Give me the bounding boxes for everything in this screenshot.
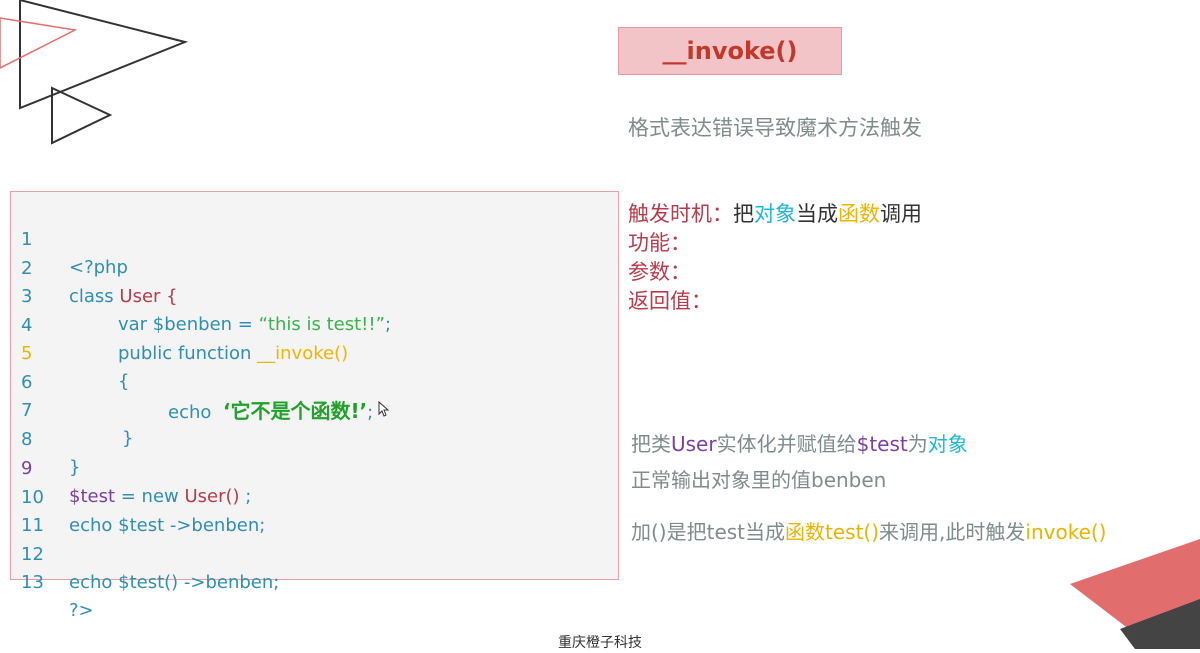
code-keyword: public function <box>118 343 258 364</box>
code-text: { <box>118 371 130 392</box>
decorative-triangles <box>0 0 189 145</box>
note-output: 正常输出对象里的值benben <box>631 468 887 492</box>
code-text: ?> <box>69 600 94 621</box>
note-text: 加()是把test当成 <box>631 520 786 544</box>
code-line: 5 { <box>11 312 129 392</box>
page-title: __invoke() <box>618 27 842 75</box>
trigger-text: 当成 <box>796 202 838 226</box>
note-text: 把类 <box>631 432 671 456</box>
note-text: 实体化并赋值给 <box>716 432 857 456</box>
code-text: } <box>122 428 134 449</box>
code-string: ‘它不是个函数!’ <box>222 399 368 423</box>
code-text: <?php <box>69 257 128 278</box>
decorative-corner-shapes <box>1070 539 1200 649</box>
function-info: 功能： <box>628 227 691 257</box>
trigger-highlight-function: 函数 <box>838 202 880 226</box>
note-highlight-function: 函数 <box>785 520 826 544</box>
note-text: 为 <box>907 432 928 456</box>
code-panel: 1 <?php 2 class User { 3 var $benben = “… <box>10 191 619 621</box>
code-string: “this is test!!” <box>258 314 385 335</box>
code-line: 13 ?> <box>11 541 94 621</box>
code-text: echo $test ->benben; <box>69 515 266 536</box>
code-line: 10 echo $test ->benben; <box>11 456 265 536</box>
code-keyword: class <box>69 286 120 307</box>
code-line: 9 $test = new User() ; <box>11 427 251 507</box>
params-label: 参数： <box>628 260 691 284</box>
trigger-text: 把 <box>733 202 754 226</box>
code-variable: $test <box>69 486 116 507</box>
trigger-info: 触发时机：把对象当成函数调用 <box>628 198 922 228</box>
code-line: 6 echo ‘它不是个函数!’; <box>11 341 373 423</box>
code-text: ; <box>367 402 374 423</box>
params-info: 参数： <box>628 256 691 286</box>
page-subtitle: 格式表达错误导致魔术方法触发 <box>628 116 922 140</box>
code-line: 7 } <box>11 369 133 449</box>
note-highlight-object: 对象 <box>927 432 968 456</box>
mouse-cursor-icon <box>378 401 390 417</box>
code-line: 3 var $benben = “this is test!!”; <box>11 255 391 335</box>
code-text: echo $test() ->benben; <box>69 572 280 593</box>
note-invoke: 加()是把test当成函数test()来调用,此时触发invoke() <box>631 516 1106 545</box>
code-line: 12 echo $test() ->benben; <box>11 513 279 593</box>
return-label: 返回值： <box>628 289 712 313</box>
line-number: 13 <box>21 572 44 593</box>
note-text: 来调用,此时触发 <box>879 520 1026 544</box>
note-highlight-class: User <box>671 432 717 456</box>
code-line: 4 public function __invoke() <box>11 284 348 364</box>
code-text: = new <box>115 486 185 507</box>
note-instantiate: 把类User实体化并赋值给$test为对象 <box>631 428 968 457</box>
code-text: var $benben = <box>118 314 259 335</box>
code-keyword: echo <box>168 402 223 423</box>
code-class-name: User { <box>119 286 178 307</box>
note-highlight-call: test() <box>825 520 880 544</box>
function-label: 功能： <box>628 231 691 255</box>
code-text: ; <box>384 314 392 335</box>
code-line: 2 class User { <box>11 227 178 307</box>
trigger-label: 触发时机： <box>628 202 733 226</box>
code-line: 8 } <box>11 398 80 478</box>
trigger-highlight-object: 对象 <box>754 202 796 226</box>
code-line: 11 <box>11 484 44 536</box>
note-highlight-variable: $test <box>856 432 908 456</box>
note-highlight-invoke: invoke() <box>1025 520 1107 544</box>
code-class-name: User() <box>184 486 240 507</box>
footer-brand: 重庆橙子科技 <box>558 635 642 651</box>
trigger-text: 调用 <box>880 202 922 226</box>
code-text: ; <box>239 486 252 507</box>
code-method-name: __invoke() <box>257 343 349 364</box>
return-info: 返回值： <box>628 285 712 315</box>
code-text: } <box>69 457 81 478</box>
code-line: 1 <?php <box>11 198 128 278</box>
